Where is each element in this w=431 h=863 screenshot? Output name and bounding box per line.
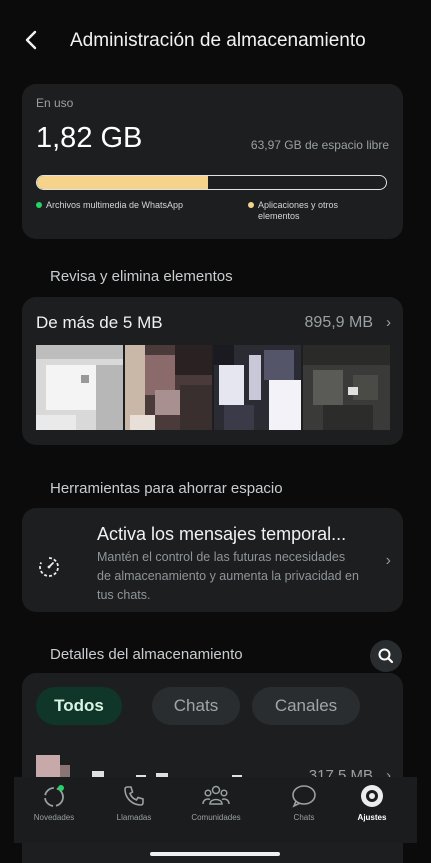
review-section-title: Revisa y elimina elementos bbox=[50, 268, 233, 285]
legend-label: Archivos multimedia de WhatsApp bbox=[46, 200, 184, 210]
legend-label: Aplicaciones y otros elementos bbox=[258, 200, 339, 221]
tab-label: Llamadas bbox=[116, 813, 152, 822]
large-files-card[interactable]: De más de 5 MB 895,9 MB › bbox=[22, 297, 403, 445]
storage-usage-fill bbox=[37, 176, 208, 189]
tab-novedades[interactable]: Novedades bbox=[14, 783, 94, 822]
large-files-title: De más de 5 MB bbox=[36, 313, 163, 332]
in-use-label: En uso bbox=[36, 96, 74, 110]
green-dot-icon bbox=[36, 202, 42, 208]
status-icon bbox=[44, 785, 64, 807]
tab-label: Novedades bbox=[33, 813, 75, 822]
large-files-size: 895,9 MB bbox=[304, 314, 373, 331]
media-thumbnail[interactable] bbox=[125, 345, 212, 430]
header: Administración de almacenamiento bbox=[14, 20, 417, 64]
search-icon bbox=[378, 648, 394, 664]
storage-usage-card: En uso 1,82 GB 63,97 GB de espacio libre… bbox=[22, 84, 403, 239]
filter-chip-chats[interactable]: Chats bbox=[152, 687, 240, 725]
phone-icon bbox=[124, 786, 144, 806]
communities-icon bbox=[202, 785, 230, 805]
chat-bubble-icon bbox=[292, 785, 316, 808]
bottom-tab-bar: Novedades Llamadas Comunidades Chats Aju… bbox=[14, 777, 417, 843]
tab-label: Ajustes bbox=[357, 813, 387, 822]
free-space-text: 63,97 GB de espacio libre bbox=[250, 138, 389, 152]
legend-item-whatsapp-media: Archivos multimedia de WhatsApp bbox=[36, 200, 183, 210]
used-storage-value: 1,82 GB bbox=[36, 122, 143, 154]
settings-icon bbox=[361, 785, 383, 807]
tab-ajustes[interactable]: Ajustes bbox=[332, 783, 412, 822]
media-thumbnail[interactable] bbox=[303, 345, 390, 430]
search-button[interactable] bbox=[370, 640, 402, 672]
media-thumbnail[interactable] bbox=[214, 345, 301, 430]
filter-chip-todos[interactable]: Todos bbox=[36, 687, 122, 725]
chevron-right-icon: › bbox=[385, 552, 391, 569]
media-thumbnails bbox=[36, 345, 390, 430]
page-title: Administración de almacenamiento bbox=[70, 30, 366, 51]
chevron-left-icon[interactable] bbox=[20, 26, 44, 54]
screen: Administración de almacenamiento En uso … bbox=[14, 0, 417, 863]
legend-item-apps: Aplicaciones y otros elementos bbox=[248, 200, 378, 222]
tip-title: Activa los mensajes temporal... bbox=[97, 524, 347, 544]
disappearing-messages-card[interactable]: Activa los mensajes temporal... Mantén e… bbox=[22, 508, 403, 612]
tab-llamadas[interactable]: Llamadas bbox=[94, 783, 174, 822]
yellow-dot-icon bbox=[248, 202, 254, 208]
media-thumbnail[interactable] bbox=[36, 345, 123, 430]
home-indicator bbox=[150, 852, 280, 856]
tip-description: Mantén el control de las futuras necesid… bbox=[97, 550, 359, 602]
filter-chip-canales[interactable]: Canales bbox=[252, 687, 360, 725]
chevron-right-icon: › bbox=[386, 314, 391, 331]
details-section-title: Detalles del almacenamiento bbox=[50, 646, 243, 663]
storage-usage-bar bbox=[36, 175, 387, 190]
tools-section-title: Herramientas para ahorrar espacio bbox=[50, 480, 283, 497]
timer-icon bbox=[39, 557, 59, 577]
tab-label: Comunidades bbox=[191, 813, 241, 822]
tab-comunidades[interactable]: Comunidades bbox=[176, 783, 256, 822]
